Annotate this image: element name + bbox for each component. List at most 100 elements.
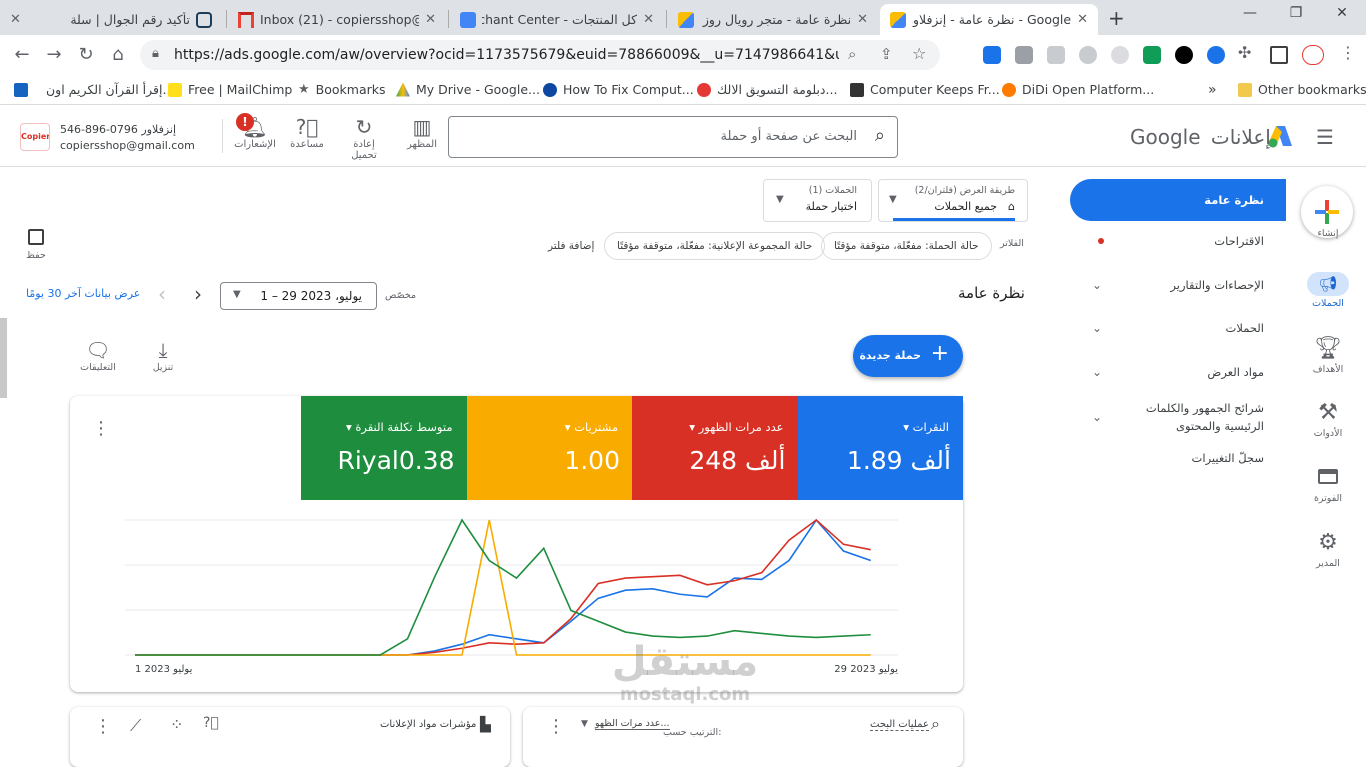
chevron-right-icon[interactable]: › (194, 282, 202, 306)
bookmark-item[interactable]: DiDi Open Platform... (1002, 82, 1154, 97)
filter-chip-adgroup-status[interactable]: حالة المجموعة الإعلانية: مفعّلة، متوقفة … (604, 232, 826, 260)
new-campaign-button[interactable]: + حملة جديدة (853, 335, 963, 377)
address-bar[interactable]: 🔒︎ https://ads.google.com/aw/overview?oc… (140, 40, 940, 70)
extension-icon[interactable] (1079, 46, 1097, 64)
bookmark-item[interactable]: إقرأ القرآن الكريم اون... (14, 82, 174, 97)
metric-tile[interactable]: متوسط تكلفة النقرة ▾ Riyal0.38 (301, 396, 467, 500)
metric-label[interactable]: متوسط تكلفة النقرة ▾ (346, 420, 453, 434)
filter-chip-campaign-status[interactable]: حالة الحملة: مفعّلة، متوقفة مؤقتًا (821, 232, 992, 260)
chevron-down-icon: ⌄ (1092, 365, 1103, 379)
metric-label[interactable]: النقرات ▾ (903, 420, 949, 434)
extension-icon[interactable] (1143, 46, 1161, 64)
extension-icon[interactable] (1047, 46, 1065, 64)
maximize-button[interactable]: ❐ (1276, 5, 1316, 21)
minimize-button[interactable]: — (1230, 5, 1270, 21)
rail-tools[interactable]: ⚒ الأدوات (1290, 400, 1366, 439)
sort-dropdown-arrow-icon[interactable]: ▼ (581, 719, 588, 729)
browser-tab-active[interactable]: Google - نظرة عامة - إنزفلاور ✕ (880, 4, 1098, 35)
close-tab-icon[interactable]: ✕ (643, 12, 654, 27)
trend-line-icon[interactable]: ⟋ (130, 716, 141, 736)
search-icon[interactable]: ⌕ (848, 45, 856, 63)
bookmark-item[interactable]: ★ Bookmarks (298, 82, 386, 97)
rail-admin[interactable]: ⚙ المدير (1290, 530, 1366, 569)
extension-icon[interactable] (1207, 46, 1225, 64)
add-filter-button[interactable]: إضافة فلتر (548, 240, 594, 252)
side-panel-icon[interactable] (1270, 46, 1288, 64)
back-icon[interactable]: ← (10, 43, 34, 67)
bookmark-item[interactable]: دبلومة التسويق الالك... (697, 82, 837, 97)
download-button[interactable]: ⤓ تنزيل (146, 338, 180, 373)
menu-icon[interactable]: ☰ (1316, 125, 1334, 149)
metric-tile[interactable]: النقرات ▾ 1.89 ألف (797, 396, 963, 500)
comments-button[interactable]: 🗨︎ التعليقات (76, 338, 120, 373)
save-button[interactable]: حفظ (22, 226, 50, 261)
notifications-button[interactable]: 🔔︎ الإشعارات ! (230, 113, 280, 150)
chevron-left-icon[interactable]: ‹ (158, 282, 166, 306)
bookmark-label: Free | MailChimp (188, 82, 293, 97)
google-ads-icon (890, 11, 906, 28)
forward-icon[interactable]: → (42, 43, 66, 67)
help-icon[interactable]: ?⃝ (203, 715, 219, 731)
nav-item-change-history[interactable]: سجلّ التغييرات (1070, 437, 1286, 479)
view-selector[interactable]: طريقة العرض (فلتران/2) جميع الحملات ⌂ ▼ (878, 179, 1028, 222)
metric-label[interactable]: عدد مرات الظهور ▾ (689, 420, 783, 434)
share-icon[interactable]: ⇪ (880, 45, 893, 63)
nav-item-recommendations[interactable]: الاقتراحات (1070, 220, 1286, 262)
campaign-selector[interactable]: الحملات (1) اختيار حملة ▼ (763, 179, 872, 222)
nav-item-audiences[interactable]: ⌄ شرائح الجمهور والكلمات الرئيسية والمحت… (1070, 394, 1286, 440)
rail-goals[interactable]: 🏆︎ الأهداف (1290, 336, 1366, 375)
help-button[interactable]: ?⃝ مساعدة (282, 115, 332, 150)
date-range-value: 1 – 29 يوليو، 2023 (260, 289, 362, 303)
extension-icon[interactable] (1175, 46, 1193, 64)
bookmark-item[interactable]: Computer Keeps Fr... (850, 82, 1000, 97)
last-30-days-link[interactable]: عرض بيانات آخر 30 يومًا (26, 287, 140, 300)
line-chart: 1 يوليو 2023 29 يوليو 2023 (125, 518, 898, 675)
nav-item-campaigns[interactable]: ⌄ الحملات (1070, 307, 1286, 349)
metric-tile[interactable]: مشتريات ▾ 1.00 (466, 396, 632, 500)
more-vert-icon[interactable]: ⋮ (547, 716, 565, 737)
browser-tab[interactable]: ✕ تأكيد رقم الجوال | سلة (0, 4, 222, 35)
more-vert-icon[interactable]: ⋮ (92, 418, 110, 439)
bookmark-star-icon[interactable]: ☆ (912, 44, 926, 63)
browser-tab[interactable]: كل المنتجات - Merchant Center ✕ (450, 4, 664, 35)
browser-tab[interactable]: Inbox (21) - copiersshop@gm ✕ (228, 4, 446, 35)
rail-campaigns[interactable]: 📢︎ الحملات (1290, 270, 1366, 309)
bubble-chart-icon[interactable]: ⁘ (170, 715, 183, 734)
browser-tab[interactable]: نظرة عامة - متجر رويال روز - le ✕ (668, 4, 878, 35)
lock-icon[interactable]: 🔒︎ (152, 46, 159, 61)
close-tab-icon[interactable]: ✕ (857, 12, 868, 27)
profile-avatar[interactable] (1302, 45, 1324, 65)
other-bookmarks[interactable]: Other bookmarks (1238, 82, 1366, 97)
new-tab-button[interactable]: + (1108, 6, 1125, 30)
metric-label[interactable]: مشتريات ▾ (565, 420, 618, 434)
nav-item-insights[interactable]: ⌄ الإحصاءات والتقارير (1070, 264, 1286, 306)
nav-item-assets[interactable]: ⌄ مواد العرض (1070, 351, 1286, 393)
account-info[interactable]: 546-896-0796 إنزفلاور copiersshop@gmail.… (60, 122, 195, 154)
home-icon[interactable]: ⌂ (106, 43, 130, 67)
appearance-button[interactable]: ▥ المظهر (397, 115, 447, 150)
bookmark-item[interactable]: How To Fix Comput... (543, 82, 694, 97)
close-tab-icon[interactable]: ✕ (10, 12, 21, 27)
metric-tile[interactable]: عدد مرات الظهور ▾ 248 ألف (632, 396, 798, 500)
close-tab-icon[interactable]: ✕ (425, 12, 436, 27)
scrollbar[interactable] (0, 318, 7, 398)
close-tab-icon[interactable]: ✕ (1077, 12, 1088, 27)
reload-icon[interactable]: ↻ (74, 43, 98, 67)
bookmarks-overflow-button[interactable]: » (1208, 82, 1217, 98)
extension-icon[interactable] (983, 46, 1001, 64)
bookmark-item[interactable]: My Drive - Google... (396, 82, 540, 97)
puzzle-icon[interactable]: ✣ (1238, 43, 1251, 62)
window-close-button[interactable]: ✕ (1322, 5, 1362, 21)
account-logo[interactable]: Copiers (20, 123, 50, 151)
nav-item-overview[interactable]: نظرة عامة (1070, 179, 1286, 221)
extension-icon[interactable] (1015, 46, 1033, 64)
bookmark-item[interactable]: Free | MailChimp (168, 82, 292, 97)
search-input[interactable]: البحث عن صفحة أو حملة ⌕ (448, 116, 898, 158)
extension-icon[interactable] (1111, 46, 1129, 64)
more-vert-icon[interactable]: ⋮ (94, 716, 112, 737)
more-vert-icon[interactable]: ⋮ (1340, 43, 1356, 62)
sort-value[interactable]: عدد مرات الظهو... (595, 718, 670, 730)
rail-billing[interactable]: الفوترة (1290, 465, 1366, 504)
date-range-picker[interactable]: 1 – 29 يوليو، 2023 ▼ (220, 282, 377, 310)
refresh-button[interactable]: ↻ إعادة تحميل (339, 115, 389, 161)
